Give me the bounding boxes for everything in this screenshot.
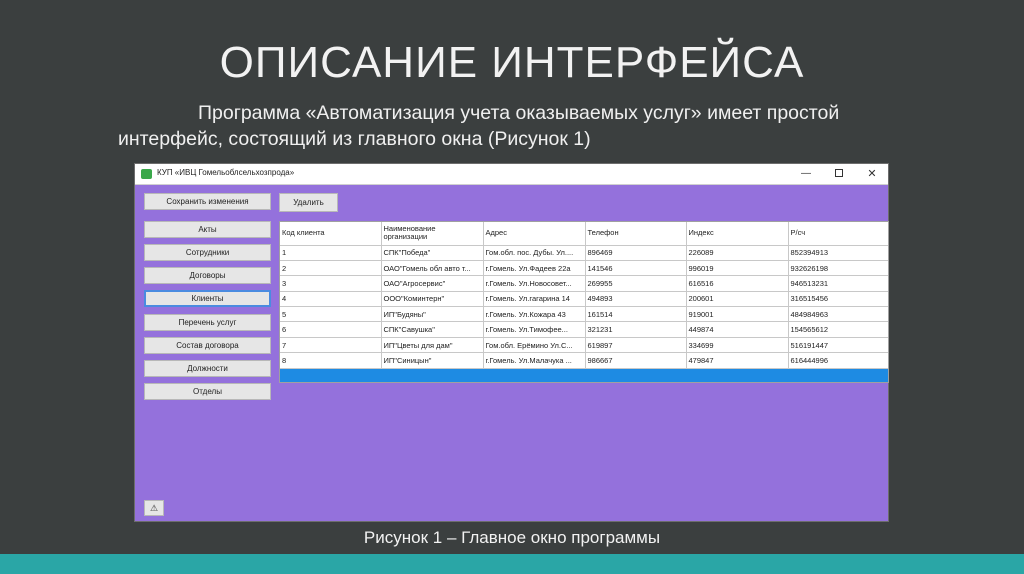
table-cell[interactable]: 494893 (585, 291, 687, 308)
table-cell[interactable]: 6 (280, 321, 382, 338)
table-cell[interactable]: ИП"Будяны" (381, 306, 484, 323)
maximize-button[interactable] (825, 165, 853, 183)
table-cell[interactable]: г.Гомель. Ул.Фадеев 22а (483, 260, 586, 277)
table-cell[interactable]: 616516 (686, 275, 789, 292)
table-cell[interactable]: 2 (280, 260, 382, 277)
table-cell[interactable]: 1 (280, 245, 382, 261)
app-window: КУП «ИВЦ Гомельоблсельхозпрода» — ✕ Сохр… (134, 163, 889, 522)
sidebar-item-clients[interactable]: Клиенты (144, 290, 271, 307)
delete-button[interactable]: Удалить (279, 193, 338, 212)
table-header-row: Код клиента Наименование организации Адр… (280, 222, 888, 246)
sidebar-item-employees[interactable]: Сотрудники (144, 244, 271, 261)
description-line-2: интерфейс, состоящий из главного окна (Р… (118, 128, 591, 150)
table-cell[interactable]: 996019 (686, 260, 789, 277)
table-cell[interactable]: г.Гомель. Ул.Тимофее... (483, 321, 586, 338)
table-cell[interactable]: ИП"Цветы для дам" (381, 337, 484, 354)
table-cell[interactable]: 619897 (585, 337, 687, 354)
table-cell[interactable] (483, 368, 586, 382)
sidebar-item-services[interactable]: Перечень услуг (144, 314, 271, 331)
table-cell[interactable]: г.Гомель. Ул.Малачука ... (483, 352, 586, 369)
window-titlebar: КУП «ИВЦ Гомельоблсельхозпрода» — ✕ (135, 164, 888, 185)
table-cell[interactable]: СПК"Савушка" (381, 321, 484, 338)
sidebar-item-contracts[interactable]: Договоры (144, 267, 271, 284)
table-cell[interactable]: СПК"Победа" (381, 245, 484, 261)
table-cell[interactable]: 316515456 (788, 291, 888, 308)
table-cell[interactable]: 484984963 (788, 306, 888, 323)
save-changes-button[interactable]: Сохранить изменения (144, 193, 271, 210)
figure-caption: Рисунок 1 – Главное окно программы (363, 528, 661, 547)
table-cell[interactable]: 226089 (686, 245, 789, 261)
table-cell[interactable] (381, 368, 484, 382)
slide-title: ОПИСАНИЕ ИНТЕРФЕЙСА (219, 38, 805, 87)
table-row[interactable]: 4 ООО"Коминтерн" г.Гомель. Ул.гагарина 14 4… (280, 291, 888, 308)
table-cell[interactable]: 200601 (686, 291, 789, 308)
table-cell[interactable]: г.Гомель. Ул.Новосовет... (483, 275, 586, 292)
app-icon (141, 169, 152, 179)
clients-grid[interactable]: Код клиента Наименование организации Адр… (279, 221, 889, 383)
table-cell[interactable]: ОАО"Гомель обл авто т... (381, 260, 484, 277)
table-row[interactable]: 2 ОАО"Гомель обл авто т... г.Гомель. Ул.Фа… (280, 260, 888, 277)
minimize-button[interactable]: — (792, 165, 820, 183)
table-cell[interactable]: 946513231 (788, 275, 888, 292)
new-record-row[interactable] (280, 368, 888, 382)
table-cell[interactable] (686, 368, 789, 382)
description-line-1: Программа «Автоматизация учета оказываем… (198, 102, 840, 124)
table-cell[interactable]: 852394913 (788, 245, 888, 261)
column-header[interactable]: Наименование организации (381, 222, 484, 246)
maximize-icon (835, 169, 843, 178)
table-row[interactable]: 5 ИП"Будяны" г.Гомель. Ул.Кожара 43 161514 9… (280, 306, 888, 323)
table-cell[interactable]: 896469 (585, 245, 687, 261)
table-cell[interactable]: 932626198 (788, 260, 888, 277)
table-cell[interactable]: 479847 (686, 352, 789, 369)
sidebar-item-contract-items[interactable]: Состав договора (144, 337, 271, 354)
table-cell[interactable]: 154565612 (788, 321, 888, 338)
column-header[interactable]: Индекс (686, 222, 789, 246)
table-cell[interactable]: 7 (280, 337, 382, 354)
table-cell[interactable]: Гом.обл. Ерёмино Ул.С... (483, 337, 586, 354)
table-body: 1 СПК"Победа" Гом.обл. пос. Дубы. Ул.... 89… (280, 245, 888, 382)
clients-table: Код клиента Наименование организации Адр… (280, 222, 888, 382)
column-header[interactable]: Телефон (585, 222, 687, 246)
table-cell[interactable]: 141546 (585, 260, 687, 277)
table-cell[interactable]: 4 (280, 291, 382, 308)
window-title: КУП «ИВЦ Гомельоблсельхозпрода» (157, 168, 295, 177)
sidebar-item-departments[interactable]: Отделы (144, 383, 271, 400)
sidebar-item-positions[interactable]: Должности (144, 360, 271, 377)
column-header[interactable]: Р/сч (788, 222, 888, 246)
warning-icon[interactable]: ⚠ (144, 500, 164, 516)
table-cell[interactable] (280, 368, 382, 382)
column-header[interactable]: Код клиента (280, 222, 382, 246)
table-cell[interactable]: 321231 (585, 321, 687, 338)
table-cell[interactable]: ОАО"Агросервис" (381, 275, 484, 292)
table-cell[interactable]: 516191447 (788, 337, 888, 354)
table-cell[interactable]: г.Гомель. Ул.Кожара 43 (483, 306, 586, 323)
table-cell[interactable] (585, 368, 687, 382)
table-cell[interactable]: Гом.обл. пос. Дубы. Ул.... (483, 245, 586, 261)
table-row[interactable]: 6 СПК"Савушка" г.Гомель. Ул.Тимофее... 3212… (280, 321, 888, 338)
table-cell[interactable]: 334699 (686, 337, 789, 354)
table-cell[interactable]: 449874 (686, 321, 789, 338)
close-button[interactable]: ✕ (858, 165, 886, 183)
table-cell[interactable]: 161514 (585, 306, 687, 323)
table-cell[interactable]: 3 (280, 275, 382, 292)
table-cell[interactable]: 616444996 (788, 352, 888, 369)
table-cell[interactable]: 986667 (585, 352, 687, 369)
table-row[interactable]: 3 ОАО"Агросервис" г.Гомель. Ул.Новосовет..… (280, 275, 888, 292)
table-cell[interactable]: 269955 (585, 275, 687, 292)
sidebar-item-acts[interactable]: Акты (144, 221, 271, 238)
table-cell[interactable]: 919001 (686, 306, 789, 323)
slide-description: Программа «Автоматизация учета оказываем… (118, 100, 918, 152)
table-row[interactable]: 1 СПК"Победа" Гом.обл. пос. Дубы. Ул.... 89… (280, 245, 888, 261)
table-cell[interactable]: ИП"Синицын" (381, 352, 484, 369)
table-cell[interactable]: ООО"Коминтерн" (381, 291, 484, 308)
table-row[interactable]: 8 ИП"Синицын" г.Гомель. Ул.Малачука ... 986… (280, 352, 888, 369)
table-cell[interactable]: г.Гомель. Ул.гагарина 14 (483, 291, 586, 308)
table-cell[interactable] (788, 368, 888, 382)
table-cell[interactable]: 5 (280, 306, 382, 323)
table-row[interactable]: 7 ИП"Цветы для дам" Гом.обл. Ерёмино Ул.С.… (280, 337, 888, 354)
table-cell[interactable]: 8 (280, 352, 382, 369)
column-header[interactable]: Адрес (483, 222, 586, 246)
accent-bar (0, 554, 1024, 574)
